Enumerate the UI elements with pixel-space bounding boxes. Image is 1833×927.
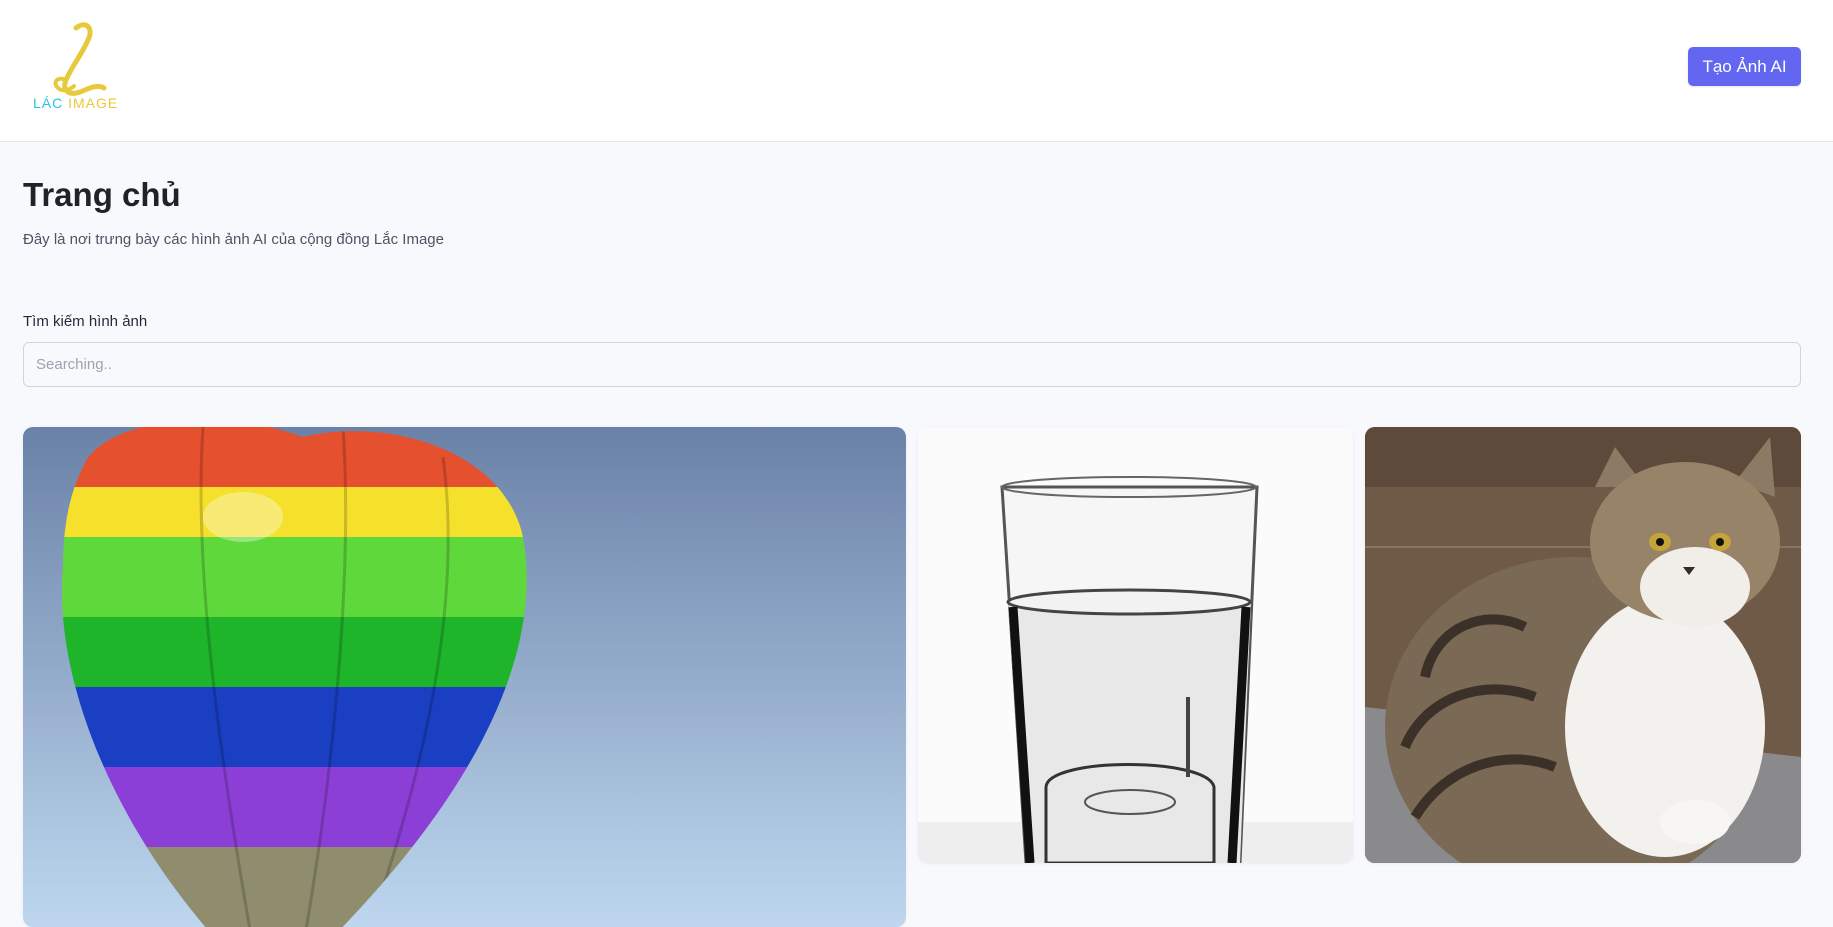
gallery-image-glass[interactable] [918, 427, 1353, 863]
page-subtitle: Đây là nơi trưng bày các hình ảnh AI của… [23, 231, 444, 248]
glass-image [918, 427, 1353, 863]
balloon-image [23, 427, 906, 927]
logo-wordmark: LÁC IMAGE [33, 95, 118, 111]
page-title: Trang chủ [23, 176, 181, 213]
site-logo[interactable]: LÁC IMAGE [32, 22, 120, 114]
create-ai-image-button[interactable]: Tạo Ảnh AI [1688, 47, 1801, 86]
gallery-image-balloon[interactable] [23, 427, 906, 927]
cat-image [1365, 427, 1801, 863]
search-label: Tìm kiếm hình ảnh [23, 313, 148, 330]
search-input[interactable] [23, 342, 1801, 387]
logo-text-image: IMAGE [68, 95, 119, 111]
lac-image-logo-icon [53, 22, 107, 96]
top-navbar: LÁC IMAGE Tạo Ảnh AI [0, 0, 1833, 142]
logo-text-lac: LÁC [33, 95, 64, 111]
gallery-image-cat[interactable] [1365, 427, 1801, 863]
